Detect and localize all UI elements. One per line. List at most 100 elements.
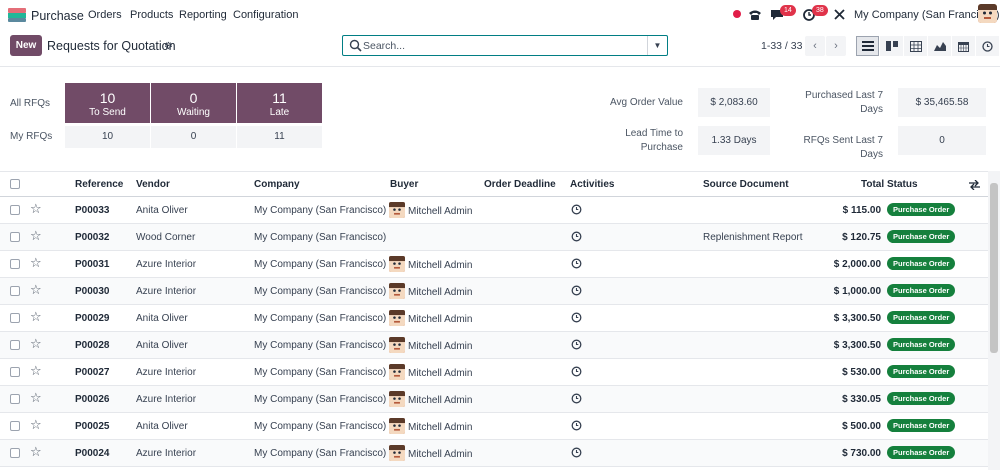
row-vendor: Anita Oliver xyxy=(136,421,188,432)
status-dot-icon[interactable] xyxy=(733,10,741,18)
user-avatar[interactable] xyxy=(978,4,997,23)
new-button[interactable]: New xyxy=(10,35,42,56)
col-status[interactable]: Status xyxy=(887,179,918,190)
row-buyer: Mitchell Admin xyxy=(408,206,473,217)
pivot-view-icon xyxy=(909,40,922,52)
activity-clock-icon[interactable] xyxy=(571,285,582,296)
search-bar[interactable]: ▼ xyxy=(342,35,668,56)
optional-columns-icon[interactable] xyxy=(969,180,980,190)
table-row[interactable]: ☆ P00024 Azure Interior My Company (San Fra… xyxy=(0,440,988,467)
scrollbar[interactable] xyxy=(988,171,1000,470)
messages-badge: 14 xyxy=(780,5,796,16)
row-checkbox[interactable] xyxy=(10,286,20,296)
row-checkbox[interactable] xyxy=(10,232,20,242)
activity-clock-icon[interactable] xyxy=(571,393,582,404)
row-checkbox[interactable] xyxy=(10,340,20,350)
row-checkbox[interactable] xyxy=(10,367,20,377)
row-checkbox[interactable] xyxy=(10,448,20,458)
my-to-send[interactable]: 10 xyxy=(65,126,150,148)
buyer-avatar[interactable] xyxy=(389,337,405,353)
col-buyer[interactable]: Buyer xyxy=(390,179,418,190)
star-icon[interactable]: ☆ xyxy=(30,337,42,350)
star-icon[interactable]: ☆ xyxy=(30,283,42,296)
my-late[interactable]: 11 xyxy=(237,126,322,148)
pager-next-button[interactable]: › xyxy=(826,36,846,56)
search-options-toggle[interactable]: ▼ xyxy=(647,36,667,55)
my-waiting[interactable]: 0 xyxy=(151,126,236,148)
table-row[interactable]: ☆ P00029 Anita Oliver My Company (San Franc… xyxy=(0,305,988,332)
menu-reporting[interactable]: Reporting xyxy=(179,9,227,21)
activity-clock-icon[interactable] xyxy=(571,204,582,215)
table-row[interactable]: ☆ P00027 Azure Interior My Company (San Fra… xyxy=(0,359,988,386)
gear-icon[interactable]: ⚙ xyxy=(164,41,173,52)
status-badge: Purchase Order xyxy=(887,365,956,378)
select-all-checkbox[interactable] xyxy=(10,179,20,189)
calendar-view-button[interactable] xyxy=(952,36,975,56)
star-icon[interactable]: ☆ xyxy=(30,310,42,323)
app-name[interactable]: Purchase xyxy=(31,9,84,23)
activity-clock-icon[interactable] xyxy=(571,339,582,350)
phone-icon[interactable] xyxy=(748,8,762,21)
table-row[interactable]: ☆ P00028 Anita Oliver My Company (San Franc… xyxy=(0,332,988,359)
star-icon[interactable]: ☆ xyxy=(30,202,42,215)
activity-view-button[interactable] xyxy=(976,36,999,56)
col-order-deadline[interactable]: Order Deadline xyxy=(484,179,556,190)
table-row[interactable]: ☆ P00030 Azure Interior My Company (San Fra… xyxy=(0,278,988,305)
col-activities[interactable]: Activities xyxy=(570,179,614,190)
star-icon[interactable]: ☆ xyxy=(30,418,42,431)
list-view-button[interactable] xyxy=(856,36,879,56)
buyer-avatar[interactable] xyxy=(389,445,405,461)
star-icon[interactable]: ☆ xyxy=(30,229,42,242)
pager-previous-button[interactable]: ‹ xyxy=(805,36,825,56)
star-icon[interactable]: ☆ xyxy=(30,391,42,404)
activity-clock-icon[interactable] xyxy=(571,366,582,377)
table-row[interactable]: ☆ P00033 Anita Oliver My Company (San Franc… xyxy=(0,197,988,224)
divider xyxy=(0,66,1000,67)
activity-clock-icon[interactable] xyxy=(571,231,582,242)
tile-number: 11 xyxy=(272,90,287,106)
buyer-avatar[interactable] xyxy=(389,310,405,326)
search-input[interactable] xyxy=(363,38,643,53)
app-menu-icon[interactable] xyxy=(8,8,26,22)
activity-clock-icon[interactable] xyxy=(571,312,582,323)
kanban-view-button[interactable] xyxy=(880,36,903,56)
table-row[interactable]: ☆ P00026 Azure Interior My Company (San Fra… xyxy=(0,386,988,413)
buyer-avatar[interactable] xyxy=(389,256,405,272)
buyer-avatar[interactable] xyxy=(389,418,405,434)
tools-icon[interactable] xyxy=(833,8,846,21)
tile-late[interactable]: 11 Late xyxy=(237,83,322,123)
tile-waiting[interactable]: 0 Waiting xyxy=(151,83,236,123)
menu-orders[interactable]: Orders xyxy=(88,9,122,21)
activity-clock-icon[interactable] xyxy=(571,258,582,269)
menu-configuration[interactable]: Configuration xyxy=(233,9,298,21)
col-vendor[interactable]: Vendor xyxy=(136,179,170,190)
scrollbar-thumb[interactable] xyxy=(990,183,998,353)
row-reference: P00024 xyxy=(75,448,110,459)
row-checkbox[interactable] xyxy=(10,313,20,323)
menu-products[interactable]: Products xyxy=(130,9,173,21)
table-row[interactable]: ☆ P00031 Azure Interior My Company (San Fra… xyxy=(0,251,988,278)
star-icon[interactable]: ☆ xyxy=(30,256,42,269)
row-checkbox[interactable] xyxy=(10,421,20,431)
activity-clock-icon[interactable] xyxy=(571,447,582,458)
table-row[interactable]: ☆ P00025 Anita Oliver My Company (San Franc… xyxy=(0,413,988,440)
row-checkbox[interactable] xyxy=(10,259,20,269)
buyer-avatar[interactable] xyxy=(389,202,405,218)
col-source-document[interactable]: Source Document xyxy=(703,179,789,190)
buyer-avatar[interactable] xyxy=(389,364,405,380)
table-row[interactable]: ☆ P00032 Wood Corner My Company (San Franci… xyxy=(0,224,988,251)
pivot-view-button[interactable] xyxy=(904,36,927,56)
tile-to-send[interactable]: 10 To Send xyxy=(65,83,150,123)
activity-clock-icon[interactable] xyxy=(571,420,582,431)
col-company[interactable]: Company xyxy=(254,179,300,190)
star-icon[interactable]: ☆ xyxy=(30,445,42,458)
col-reference[interactable]: Reference xyxy=(75,179,123,190)
col-total[interactable]: Total xyxy=(861,179,884,190)
buyer-avatar[interactable] xyxy=(389,391,405,407)
buyer-avatar[interactable] xyxy=(389,283,405,299)
graph-view-button[interactable] xyxy=(928,36,951,56)
row-checkbox[interactable] xyxy=(10,394,20,404)
pager-value[interactable]: 1-33 / 33 xyxy=(761,40,802,52)
row-checkbox[interactable] xyxy=(10,205,20,215)
star-icon[interactable]: ☆ xyxy=(30,364,42,377)
